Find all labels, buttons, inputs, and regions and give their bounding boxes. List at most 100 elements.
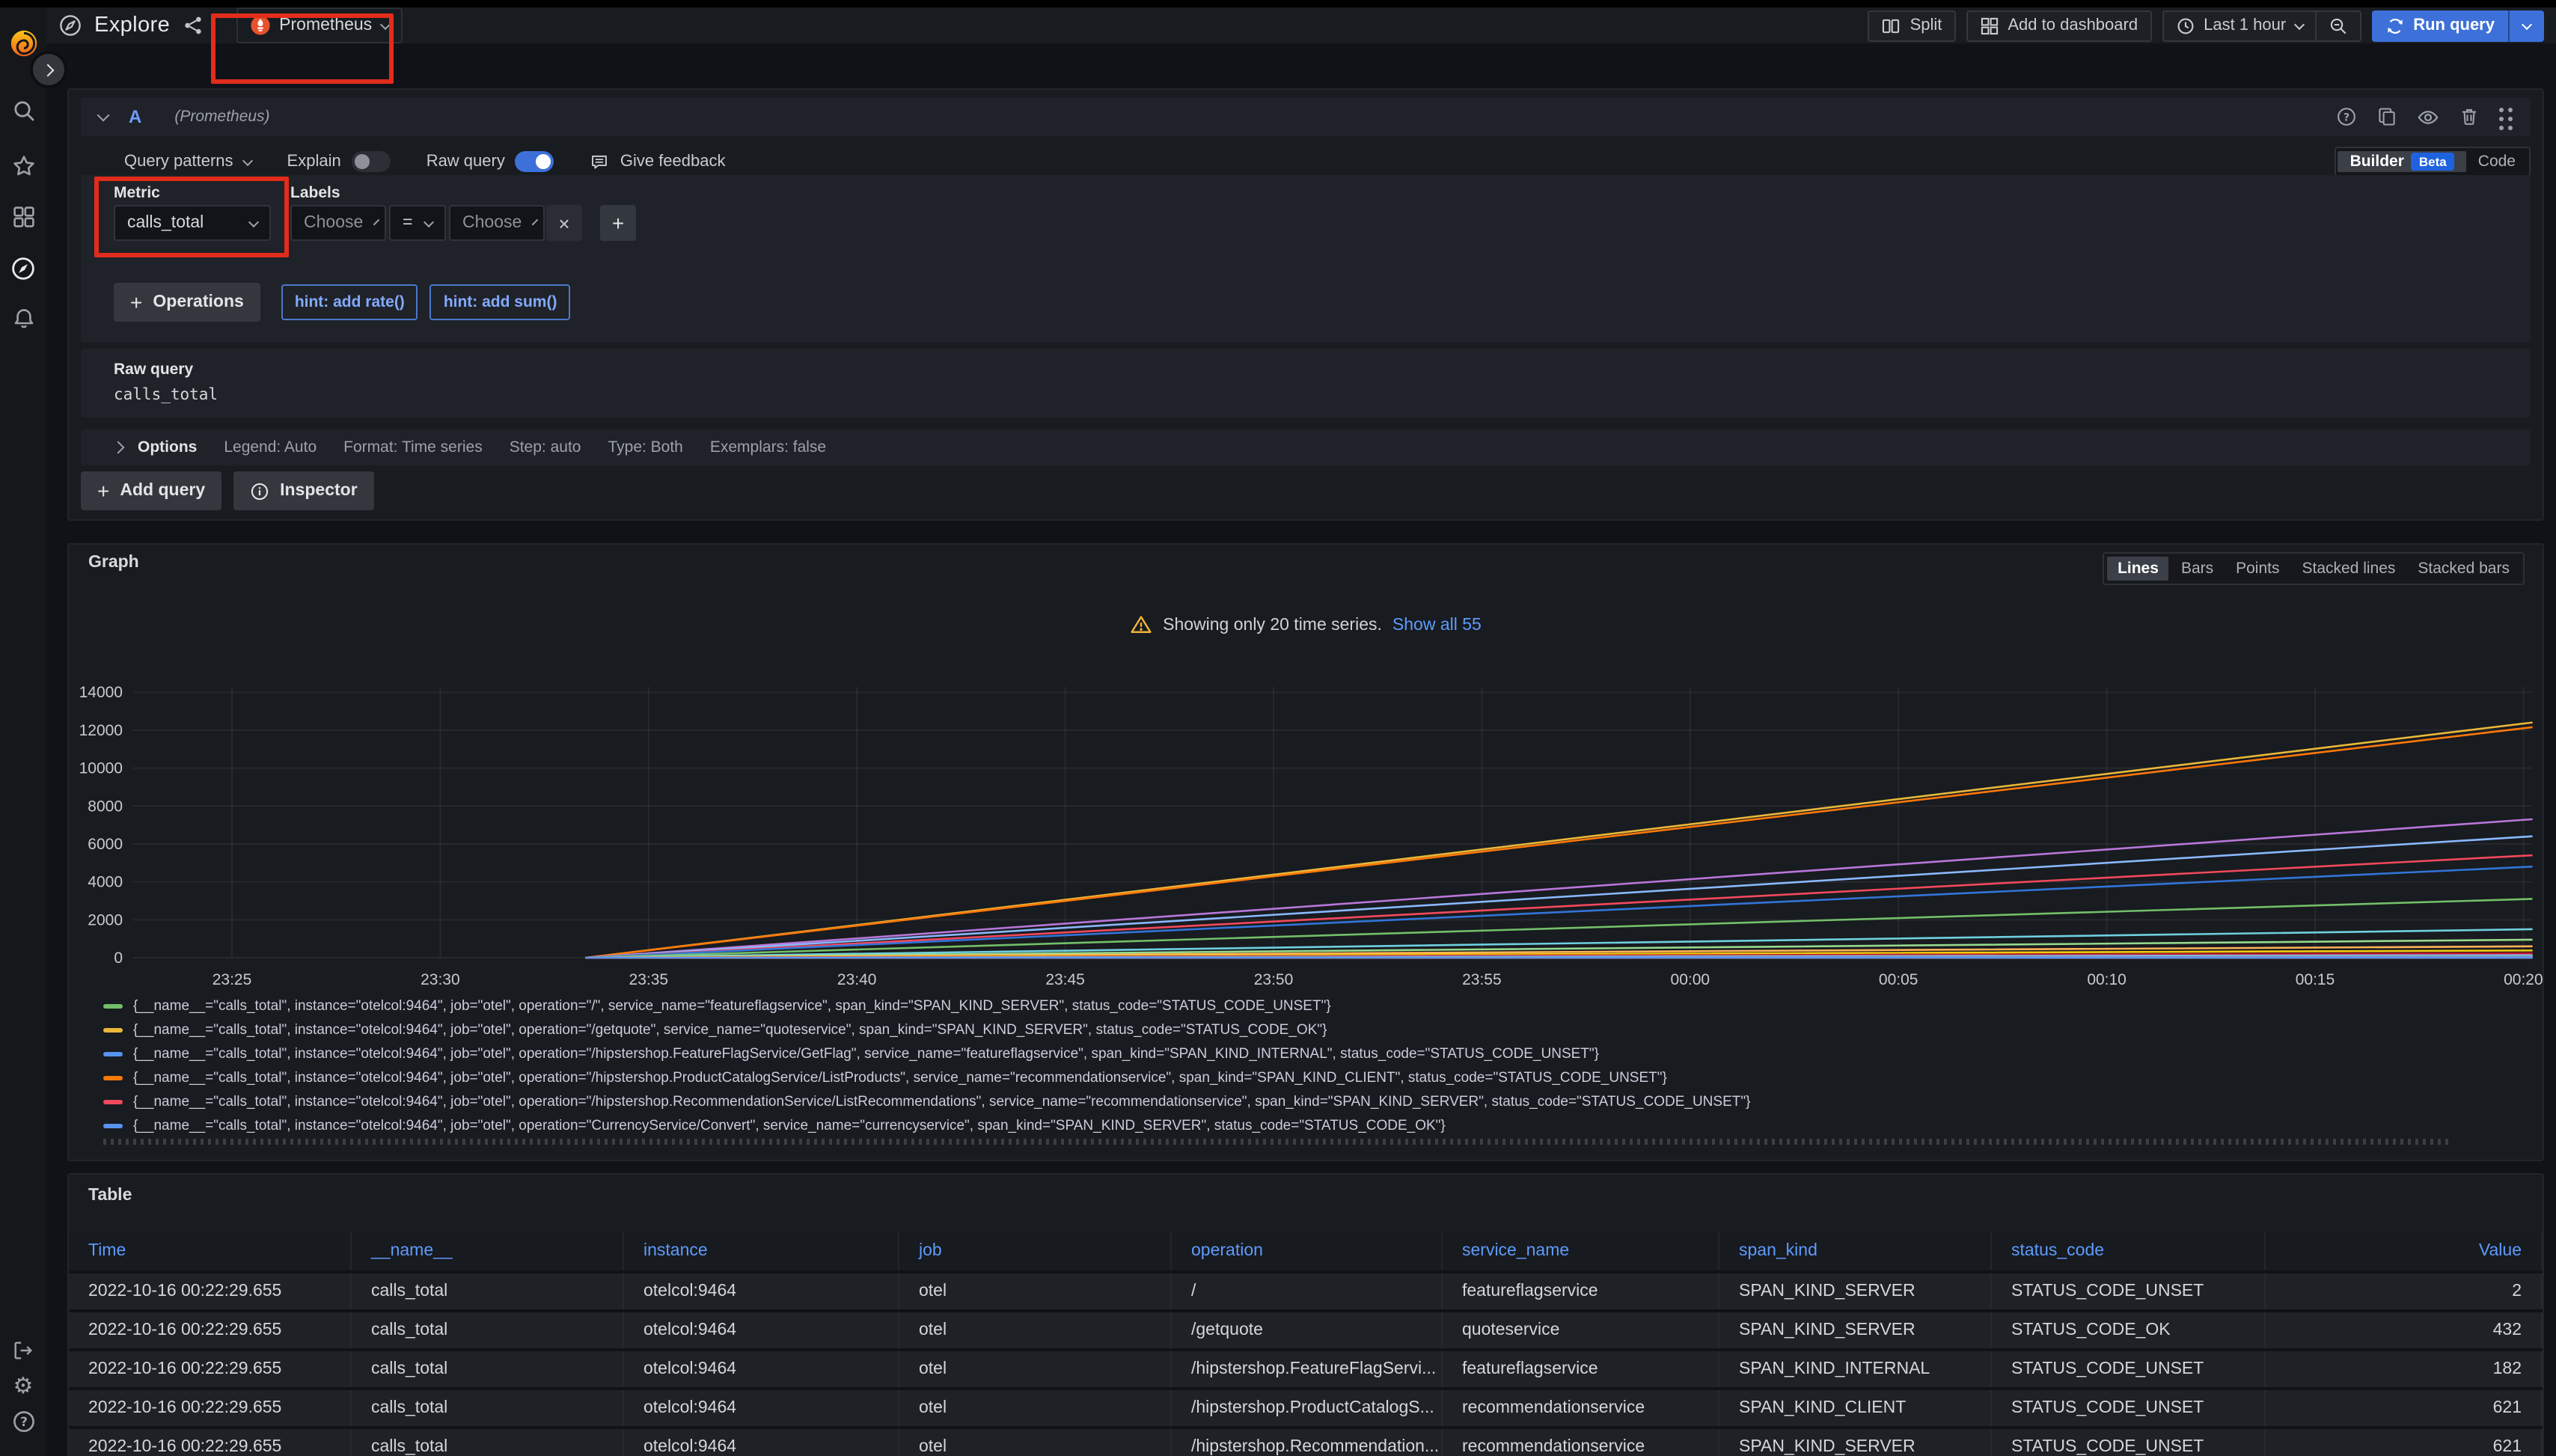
add-to-dashboard-button[interactable]: Add to dashboard [1966, 10, 2151, 41]
copy-icon[interactable] [2376, 106, 2397, 127]
table-cell: 2022-10-16 00:22:29.655 [69, 1429, 352, 1456]
give-feedback-link[interactable]: Give feedback [590, 152, 726, 171]
time-range-group: Last 1 hour [2162, 10, 2361, 41]
query-patterns-dropdown[interactable]: Query patterns [124, 153, 251, 171]
svg-text:4000: 4000 [88, 874, 123, 891]
table-header-cell[interactable]: operation [1172, 1232, 1443, 1270]
add-query-button[interactable]: + Add query [81, 471, 221, 510]
split-button[interactable]: Split [1868, 10, 1956, 41]
table-cell: / [1172, 1273, 1443, 1309]
table-header-cell[interactable]: __name__ [352, 1232, 624, 1270]
explain-toggle[interactable] [352, 151, 391, 172]
raw-query-title: Raw query [114, 361, 193, 379]
table-cell: quoteservice [1443, 1312, 1719, 1348]
table-header-cell[interactable]: Time [69, 1232, 352, 1270]
svg-text:00:15: 00:15 [2296, 971, 2335, 988]
legend-swatch [103, 1123, 123, 1128]
add-label-button[interactable]: + [600, 205, 636, 241]
table-cell: otel [899, 1390, 1172, 1426]
builder-mode-button[interactable]: Builder Beta [2338, 151, 2466, 172]
label-value-select[interactable]: Choose [449, 205, 545, 241]
option-format: Format: Time series [343, 438, 483, 456]
option-legend: Legend: Auto [224, 438, 317, 456]
table-header-cell[interactable]: instance [624, 1232, 899, 1270]
legend-item[interactable]: {__name__="calls_total", instance="otelc… [103, 1065, 2528, 1089]
share-icon[interactable] [182, 15, 203, 36]
graph-mode-button[interactable]: Lines [2107, 557, 2169, 581]
run-query-label: Run query [2413, 16, 2495, 34]
apps-icon[interactable] [0, 192, 46, 242]
star-icon[interactable] [0, 141, 46, 192]
svg-text:23:55: 23:55 [1462, 971, 1502, 988]
sign-out-icon[interactable] [0, 1332, 46, 1368]
table-cell: otelcol:9464 [624, 1312, 899, 1348]
search-icon[interactable] [0, 85, 46, 136]
table-cell: STATUS_CODE_UNSET [1992, 1390, 2266, 1426]
sidebar-expand-button[interactable] [30, 51, 67, 88]
comment-icon [590, 152, 610, 171]
table-header-cell[interactable]: span_kind [1719, 1232, 1992, 1270]
grafana-logo-icon[interactable] [9, 28, 39, 58]
graph-mode-button[interactable]: Stacked lines [2292, 557, 2406, 581]
labels-field-label: Labels [290, 184, 340, 202]
table-cell: SPAN_KIND_INTERNAL [1719, 1351, 1992, 1387]
graph-mode-button[interactable]: Points [2225, 557, 2290, 581]
table-cell: recommendationservice [1443, 1429, 1719, 1456]
raw-query-text: calls_total [114, 386, 218, 404]
show-all-series-link[interactable]: Show all 55 [1392, 616, 1482, 634]
annotation-box-metric [94, 177, 289, 257]
legend-item[interactable]: {__name__="calls_total", instance="otelc… [103, 1089, 2528, 1113]
help-circle-icon[interactable]: ? [2336, 106, 2357, 127]
sidebar: ⚙ ? [0, 7, 46, 1456]
code-mode-button[interactable]: Code [2466, 151, 2528, 172]
label-operator-select[interactable]: = [389, 205, 446, 241]
raw-query-toggle-group: Raw query [426, 151, 554, 172]
options-expand-icon[interactable] [112, 441, 125, 454]
run-query-dropdown[interactable] [2510, 10, 2544, 41]
table-header-cell[interactable]: status_code [1992, 1232, 2266, 1270]
eye-icon[interactable] [2417, 105, 2439, 128]
zoom-out-button[interactable] [2316, 11, 2359, 40]
legend-item[interactable]: {__name__="calls_total", instance="otelc… [103, 994, 2528, 1018]
option-type: Type: Both [608, 438, 682, 456]
run-query-button[interactable]: Run query [2371, 10, 2508, 41]
inspector-button[interactable]: Inspector [233, 471, 374, 510]
graph-mode-button[interactable]: Bars [2171, 557, 2224, 581]
compass-icon[interactable] [0, 242, 46, 293]
legend-item[interactable]: {__name__="calls_total", instance="otelc… [103, 1041, 2528, 1065]
table-cell: otel [899, 1273, 1172, 1309]
hint-add-sum-button[interactable]: hint: add sum() [430, 284, 571, 320]
time-range-button[interactable]: Last 1 hour [2163, 11, 2314, 40]
table-cell: 621 [2266, 1429, 2543, 1456]
table-cell: calls_total [352, 1351, 624, 1387]
hint-add-rate-button[interactable]: hint: add rate() [281, 284, 418, 320]
table-header-cell[interactable]: service_name [1443, 1232, 1719, 1270]
query-row-header[interactable]: A (Prometheus) ? [81, 97, 2531, 136]
bell-icon[interactable] [0, 293, 46, 344]
label-key-select[interactable]: Choose [290, 205, 386, 241]
drag-handle-icon[interactable] [2499, 105, 2513, 128]
split-icon [1882, 16, 1901, 35]
table-cell: SPAN_KIND_SERVER [1719, 1312, 1992, 1348]
time-series-chart[interactable]: 0200040006000800010000120001400023:2523:… [69, 675, 2544, 997]
table-cell: STATUS_CODE_OK [1992, 1312, 2266, 1348]
operations-button[interactable]: + Operations [114, 283, 260, 322]
remove-label-button[interactable]: × [546, 205, 582, 241]
svg-text:?: ? [19, 1415, 27, 1430]
table-header-cell[interactable]: job [899, 1232, 1172, 1270]
legend-label: {__name__="calls_total", instance="otelc… [133, 1069, 1667, 1086]
legend-item[interactable]: {__name__="calls_total", instance="otelc… [103, 1018, 2528, 1041]
raw-query-toggle[interactable] [516, 151, 554, 172]
graph-mode-button[interactable]: Stacked bars [2407, 557, 2520, 581]
collapse-chevron-icon[interactable] [97, 109, 110, 122]
query-options-row[interactable]: Options Legend: Auto Format: Time series… [81, 429, 2531, 465]
legend-item[interactable]: {__name__="calls_total", instance="otelc… [103, 1113, 2528, 1137]
table-cell: otelcol:9464 [624, 1429, 899, 1456]
raw-query-preview: Raw query calls_total [81, 349, 2531, 417]
trash-icon[interactable] [2459, 106, 2480, 127]
gear-icon[interactable]: ⚙ [0, 1368, 46, 1404]
table-header-cell[interactable]: Value [2266, 1232, 2543, 1270]
top-strip [0, 0, 2556, 7]
help-icon[interactable]: ? [0, 1404, 46, 1440]
top-navigation: Explore Prometheus Split Add to dashboar… [46, 7, 2556, 43]
